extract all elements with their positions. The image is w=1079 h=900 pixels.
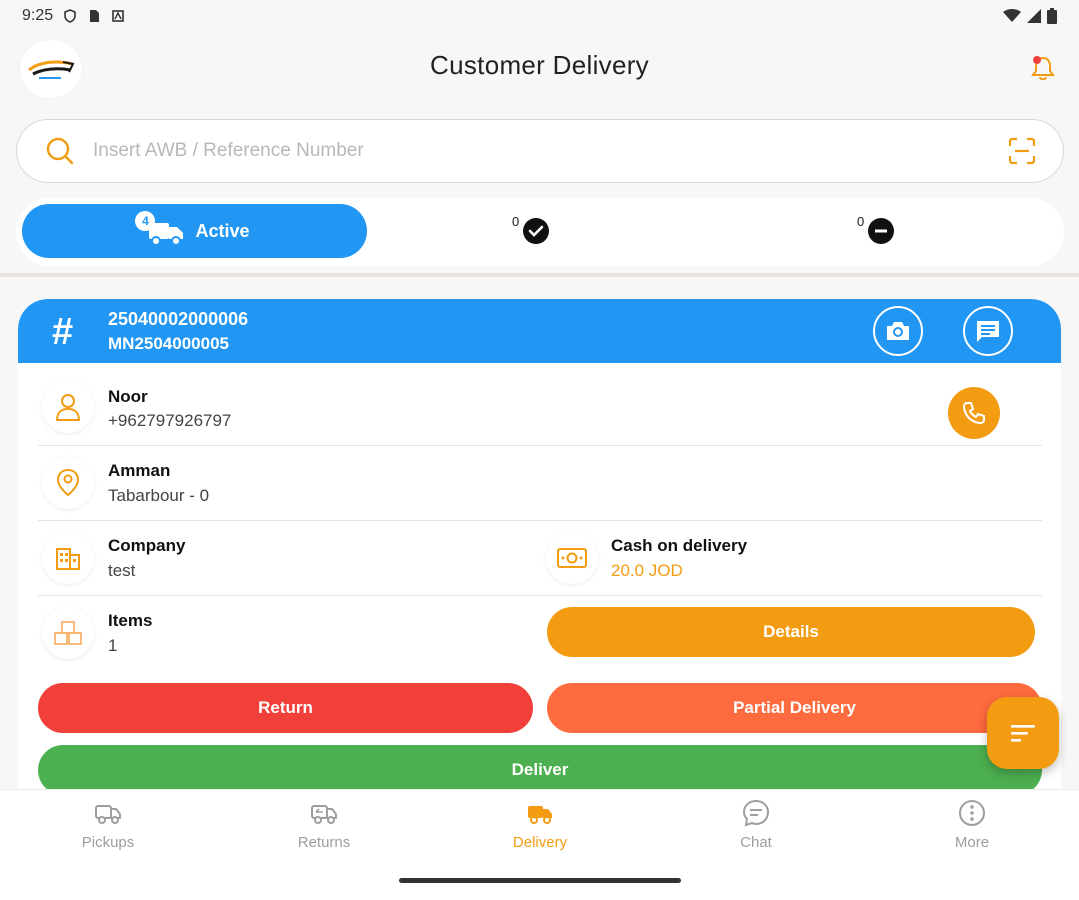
pickup-truck-icon <box>95 805 121 824</box>
active-truck: 4 <box>135 211 187 247</box>
customer-row: Noor +962797926797 <box>38 363 1042 446</box>
nav-returns-label: Returns <box>297 834 351 851</box>
customer-icon-wrap <box>42 381 94 433</box>
status-bar: 9:25 <box>0 0 1079 32</box>
tab-active-label: Active <box>195 220 250 241</box>
hash-icon: # <box>52 311 74 353</box>
tab-active[interactable]: 4 Active <box>22 204 367 258</box>
call-button[interactable] <box>948 387 1000 439</box>
awb-number: 25040002000006 <box>108 309 249 329</box>
nav-delivery-label: Delivery <box>512 834 568 851</box>
status-tabs: 4 Active 0 0 <box>16 198 1064 266</box>
filter-fab[interactable] <box>987 697 1059 769</box>
shield-icon <box>64 9 76 23</box>
cash-icon <box>557 548 587 568</box>
battery-icon <box>1047 8 1057 24</box>
reference-number: MN2504000005 <box>108 334 229 353</box>
area-value: Tabarbour - 0 <box>108 486 210 505</box>
shipment-card: # 25040002000006 MN2504000005 Noor +9627… <box>18 299 1061 799</box>
company-cod-row: Company test Cash on delivery 20.0 JOD <box>38 521 1042 596</box>
signal-icon <box>1027 9 1041 23</box>
sim-card-icon <box>90 10 100 22</box>
section-divider <box>0 273 1079 277</box>
shipment-header: # 25040002000006 MN2504000005 <box>18 299 1061 363</box>
company-label: Company <box>108 536 186 555</box>
delivery-truck-icon <box>528 806 552 824</box>
company-value: test <box>108 561 136 580</box>
bell-icon[interactable] <box>1029 54 1057 82</box>
notification-icon <box>112 10 124 22</box>
deliver-button[interactable]: Deliver <box>38 745 1042 795</box>
boxes-icon <box>54 621 82 645</box>
customer-name: Noor <box>108 387 148 406</box>
items-icon-wrap <box>42 607 94 659</box>
search-bar <box>16 119 1064 183</box>
tab-delivered[interactable]: 0 <box>512 212 550 244</box>
building-icon <box>56 548 80 570</box>
cancelled-count: 0 <box>857 214 865 229</box>
customer-phone: +962797926797 <box>108 411 232 430</box>
minus-circle-icon <box>868 218 895 244</box>
nav-chat-label: Chat <box>740 834 772 851</box>
nav-more-label: More <box>954 834 990 851</box>
message-button[interactable] <box>963 306 1013 356</box>
camera-button[interactable] <box>873 306 923 356</box>
check-circle-icon <box>523 218 550 244</box>
nav-returns[interactable]: Returns <box>264 798 384 851</box>
city-label: Amman <box>108 461 171 480</box>
cash-icon-wrap <box>546 532 598 584</box>
app-header: Customer Delivery <box>0 34 1079 100</box>
nav-delivery[interactable]: Delivery <box>480 798 600 851</box>
return-truck-icon <box>311 805 337 824</box>
company-icon-wrap <box>42 532 94 584</box>
location-row: Amman Tabarbour - 0 <box>38 446 1042 521</box>
status-time: 9:25 <box>22 7 54 24</box>
wifi-icon <box>1003 9 1021 22</box>
chat-icon <box>742 799 770 827</box>
items-label: Items <box>108 611 153 630</box>
nav-pickups[interactable]: Pickups <box>48 798 168 851</box>
details-button[interactable]: Details <box>547 607 1035 657</box>
more-icon <box>959 800 985 826</box>
nav-chat[interactable]: Chat <box>696 798 816 851</box>
search-input[interactable] <box>93 134 973 168</box>
scan-icon[interactable] <box>1007 136 1037 166</box>
cod-label: Cash on delivery <box>611 536 748 555</box>
partial-delivery-button[interactable]: Partial Delivery <box>547 683 1042 733</box>
items-row: Items 1 <box>38 596 538 671</box>
return-button[interactable]: Return <box>38 683 533 733</box>
message-icon <box>977 321 999 342</box>
location-pin-icon <box>56 468 80 497</box>
home-indicator[interactable] <box>399 878 681 883</box>
search-icon <box>46 137 74 165</box>
tab-cancelled[interactable]: 0 <box>857 212 895 244</box>
nav-more[interactable]: More <box>912 798 1032 851</box>
bottom-nav: Pickups Returns Delivery Chat More <box>0 789 1079 900</box>
person-icon <box>55 394 81 421</box>
camera-icon <box>887 322 909 340</box>
cod-value: 20.0 JOD <box>611 561 683 580</box>
phone-icon <box>962 402 985 425</box>
page-title: Customer Delivery <box>430 50 649 80</box>
items-value: 1 <box>108 636 118 655</box>
sort-icon <box>1011 725 1035 742</box>
location-icon-wrap <box>42 457 94 509</box>
delivered-count: 0 <box>512 214 520 229</box>
nav-pickups-label: Pickups <box>81 834 135 851</box>
